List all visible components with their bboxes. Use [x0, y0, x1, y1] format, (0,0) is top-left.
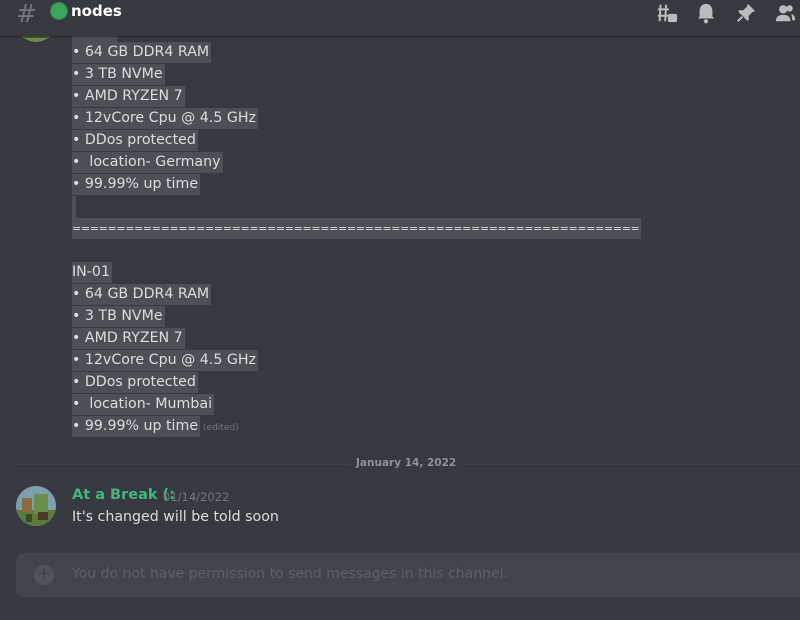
- block2-title: IN-01: [72, 262, 112, 283]
- separator-line: ========================================…: [72, 218, 642, 239]
- date-divider-label: January 14, 2022: [350, 457, 463, 469]
- message-text: It's changed will be told soon: [72, 509, 279, 525]
- plus-icon[interactable]: +: [34, 565, 54, 585]
- avatar[interactable]: [16, 486, 56, 526]
- message-timestamp: 01/14/2022: [163, 490, 230, 504]
- message-list[interactable]: DE-01 • 64 GB DDR4 RAM • 3 TB NVMe • AMD…: [0, 0, 800, 540]
- block2-item: • DDos protected: [72, 372, 198, 393]
- block2-item: • 99.99% up time (edited): [72, 416, 239, 437]
- edited-label: (edited): [203, 423, 239, 433]
- block2-item: • AMD RYZEN 7: [72, 328, 185, 349]
- block1-item: • 3 TB NVMe: [72, 64, 165, 85]
- message-author[interactable]: At a Break (:: [72, 487, 175, 503]
- members-icon[interactable]: [774, 2, 796, 24]
- hash-icon: #: [16, 0, 37, 28]
- channel-header: # nodes: [0, 0, 800, 36]
- block1-item: • DDos protected: [72, 130, 198, 151]
- pin-icon[interactable]: [735, 2, 757, 24]
- block2-item: • 3 TB NVMe: [72, 306, 165, 327]
- block1-item: • 12vCore Cpu @ 4.5 GHz: [72, 108, 258, 129]
- block1-item: • location- Germany: [72, 152, 223, 173]
- block2-item: • location- Mumbai: [72, 394, 215, 415]
- block1-item: • 64 GB DDR4 RAM: [72, 42, 212, 63]
- channel-name: nodes: [71, 2, 122, 20]
- blank-line: [72, 196, 76, 218]
- block1-item: • 99.99% up time: [72, 174, 201, 195]
- block2-item: • 64 GB DDR4 RAM: [72, 284, 212, 305]
- block2-item: • 12vCore Cpu @ 4.5 GHz: [72, 350, 258, 371]
- bell-icon[interactable]: [695, 2, 717, 24]
- status-dot: [50, 2, 68, 20]
- threads-icon[interactable]: [656, 2, 678, 24]
- block1-item: • AMD RYZEN 7: [72, 86, 185, 107]
- composer-placeholder: You do not have permission to send messa…: [72, 566, 508, 582]
- message-composer[interactable]: + You do not have permission to send mes…: [16, 553, 800, 597]
